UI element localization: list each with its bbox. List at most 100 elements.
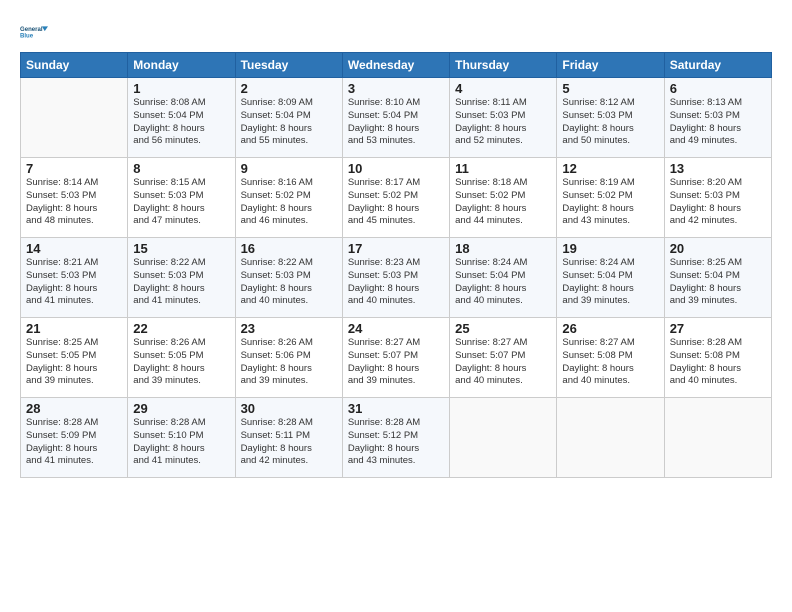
calendar-cell: 26Sunrise: 8:27 AM Sunset: 5:08 PM Dayli… — [557, 318, 664, 398]
day-info: Sunrise: 8:11 AM Sunset: 5:03 PM Dayligh… — [455, 97, 551, 148]
calendar-week-row: 1Sunrise: 8:08 AM Sunset: 5:04 PM Daylig… — [21, 78, 772, 158]
calendar-cell: 18Sunrise: 8:24 AM Sunset: 5:04 PM Dayli… — [450, 238, 557, 318]
calendar-cell: 16Sunrise: 8:22 AM Sunset: 5:03 PM Dayli… — [235, 238, 342, 318]
calendar-cell: 2Sunrise: 8:09 AM Sunset: 5:04 PM Daylig… — [235, 78, 342, 158]
calendar-cell — [21, 78, 128, 158]
day-number: 6 — [670, 81, 766, 96]
calendar-cell: 8Sunrise: 8:15 AM Sunset: 5:03 PM Daylig… — [128, 158, 235, 238]
day-info: Sunrise: 8:24 AM Sunset: 5:04 PM Dayligh… — [562, 257, 658, 308]
logo: GeneralBlue — [20, 18, 48, 46]
day-info: Sunrise: 8:26 AM Sunset: 5:05 PM Dayligh… — [133, 337, 229, 388]
day-info: Sunrise: 8:26 AM Sunset: 5:06 PM Dayligh… — [241, 337, 337, 388]
day-number: 5 — [562, 81, 658, 96]
day-number: 11 — [455, 161, 551, 176]
day-number: 31 — [348, 401, 444, 416]
day-info: Sunrise: 8:13 AM Sunset: 5:03 PM Dayligh… — [670, 97, 766, 148]
calendar-cell — [557, 398, 664, 478]
calendar-cell: 14Sunrise: 8:21 AM Sunset: 5:03 PM Dayli… — [21, 238, 128, 318]
day-info: Sunrise: 8:23 AM Sunset: 5:03 PM Dayligh… — [348, 257, 444, 308]
day-info: Sunrise: 8:21 AM Sunset: 5:03 PM Dayligh… — [26, 257, 122, 308]
day-number: 2 — [241, 81, 337, 96]
day-info: Sunrise: 8:22 AM Sunset: 5:03 PM Dayligh… — [133, 257, 229, 308]
day-number: 28 — [26, 401, 122, 416]
calendar-cell: 11Sunrise: 8:18 AM Sunset: 5:02 PM Dayli… — [450, 158, 557, 238]
calendar-cell — [664, 398, 771, 478]
calendar-cell: 9Sunrise: 8:16 AM Sunset: 5:02 PM Daylig… — [235, 158, 342, 238]
day-number: 8 — [133, 161, 229, 176]
day-number: 21 — [26, 321, 122, 336]
calendar-cell: 15Sunrise: 8:22 AM Sunset: 5:03 PM Dayli… — [128, 238, 235, 318]
day-info: Sunrise: 8:28 AM Sunset: 5:09 PM Dayligh… — [26, 417, 122, 468]
day-number: 25 — [455, 321, 551, 336]
day-info: Sunrise: 8:24 AM Sunset: 5:04 PM Dayligh… — [455, 257, 551, 308]
day-info: Sunrise: 8:15 AM Sunset: 5:03 PM Dayligh… — [133, 177, 229, 228]
day-number: 20 — [670, 241, 766, 256]
calendar-cell: 3Sunrise: 8:10 AM Sunset: 5:04 PM Daylig… — [342, 78, 449, 158]
calendar-col-header: Monday — [128, 53, 235, 78]
logo-icon: GeneralBlue — [20, 18, 48, 46]
day-number: 4 — [455, 81, 551, 96]
day-info: Sunrise: 8:27 AM Sunset: 5:07 PM Dayligh… — [455, 337, 551, 388]
calendar-cell: 7Sunrise: 8:14 AM Sunset: 5:03 PM Daylig… — [21, 158, 128, 238]
calendar-cell: 1Sunrise: 8:08 AM Sunset: 5:04 PM Daylig… — [128, 78, 235, 158]
calendar-cell: 21Sunrise: 8:25 AM Sunset: 5:05 PM Dayli… — [21, 318, 128, 398]
day-info: Sunrise: 8:19 AM Sunset: 5:02 PM Dayligh… — [562, 177, 658, 228]
calendar-week-row: 14Sunrise: 8:21 AM Sunset: 5:03 PM Dayli… — [21, 238, 772, 318]
calendar-cell: 17Sunrise: 8:23 AM Sunset: 5:03 PM Dayli… — [342, 238, 449, 318]
day-number: 30 — [241, 401, 337, 416]
calendar-cell — [450, 398, 557, 478]
day-number: 23 — [241, 321, 337, 336]
calendar-cell: 4Sunrise: 8:11 AM Sunset: 5:03 PM Daylig… — [450, 78, 557, 158]
calendar-col-header: Tuesday — [235, 53, 342, 78]
day-info: Sunrise: 8:09 AM Sunset: 5:04 PM Dayligh… — [241, 97, 337, 148]
day-number: 22 — [133, 321, 229, 336]
calendar-week-row: 7Sunrise: 8:14 AM Sunset: 5:03 PM Daylig… — [21, 158, 772, 238]
day-number: 24 — [348, 321, 444, 336]
calendar-cell: 27Sunrise: 8:28 AM Sunset: 5:08 PM Dayli… — [664, 318, 771, 398]
day-number: 27 — [670, 321, 766, 336]
calendar-col-header: Saturday — [664, 53, 771, 78]
day-info: Sunrise: 8:27 AM Sunset: 5:07 PM Dayligh… — [348, 337, 444, 388]
calendar-week-row: 28Sunrise: 8:28 AM Sunset: 5:09 PM Dayli… — [21, 398, 772, 478]
day-number: 15 — [133, 241, 229, 256]
calendar-cell: 30Sunrise: 8:28 AM Sunset: 5:11 PM Dayli… — [235, 398, 342, 478]
calendar-cell: 20Sunrise: 8:25 AM Sunset: 5:04 PM Dayli… — [664, 238, 771, 318]
day-number: 9 — [241, 161, 337, 176]
calendar-cell: 25Sunrise: 8:27 AM Sunset: 5:07 PM Dayli… — [450, 318, 557, 398]
calendar-col-header: Wednesday — [342, 53, 449, 78]
svg-text:Blue: Blue — [20, 34, 34, 40]
day-number: 29 — [133, 401, 229, 416]
day-info: Sunrise: 8:25 AM Sunset: 5:04 PM Dayligh… — [670, 257, 766, 308]
calendar-cell: 6Sunrise: 8:13 AM Sunset: 5:03 PM Daylig… — [664, 78, 771, 158]
day-info: Sunrise: 8:14 AM Sunset: 5:03 PM Dayligh… — [26, 177, 122, 228]
calendar-cell: 29Sunrise: 8:28 AM Sunset: 5:10 PM Dayli… — [128, 398, 235, 478]
day-number: 1 — [133, 81, 229, 96]
day-number: 3 — [348, 81, 444, 96]
day-info: Sunrise: 8:08 AM Sunset: 5:04 PM Dayligh… — [133, 97, 229, 148]
calendar-table: SundayMondayTuesdayWednesdayThursdayFrid… — [20, 52, 772, 478]
calendar-cell: 5Sunrise: 8:12 AM Sunset: 5:03 PM Daylig… — [557, 78, 664, 158]
calendar-cell: 22Sunrise: 8:26 AM Sunset: 5:05 PM Dayli… — [128, 318, 235, 398]
day-info: Sunrise: 8:27 AM Sunset: 5:08 PM Dayligh… — [562, 337, 658, 388]
calendar-cell: 19Sunrise: 8:24 AM Sunset: 5:04 PM Dayli… — [557, 238, 664, 318]
day-info: Sunrise: 8:18 AM Sunset: 5:02 PM Dayligh… — [455, 177, 551, 228]
calendar-col-header: Friday — [557, 53, 664, 78]
day-info: Sunrise: 8:20 AM Sunset: 5:03 PM Dayligh… — [670, 177, 766, 228]
calendar-cell: 13Sunrise: 8:20 AM Sunset: 5:03 PM Dayli… — [664, 158, 771, 238]
day-number: 14 — [26, 241, 122, 256]
day-number: 17 — [348, 241, 444, 256]
day-info: Sunrise: 8:28 AM Sunset: 5:12 PM Dayligh… — [348, 417, 444, 468]
calendar-cell: 24Sunrise: 8:27 AM Sunset: 5:07 PM Dayli… — [342, 318, 449, 398]
day-info: Sunrise: 8:10 AM Sunset: 5:04 PM Dayligh… — [348, 97, 444, 148]
day-number: 13 — [670, 161, 766, 176]
calendar-header-row: SundayMondayTuesdayWednesdayThursdayFrid… — [21, 53, 772, 78]
day-info: Sunrise: 8:25 AM Sunset: 5:05 PM Dayligh… — [26, 337, 122, 388]
day-number: 26 — [562, 321, 658, 336]
day-info: Sunrise: 8:28 AM Sunset: 5:11 PM Dayligh… — [241, 417, 337, 468]
calendar-cell: 12Sunrise: 8:19 AM Sunset: 5:02 PM Dayli… — [557, 158, 664, 238]
calendar-cell: 28Sunrise: 8:28 AM Sunset: 5:09 PM Dayli… — [21, 398, 128, 478]
day-number: 16 — [241, 241, 337, 256]
calendar-col-header: Thursday — [450, 53, 557, 78]
day-number: 19 — [562, 241, 658, 256]
calendar-cell: 10Sunrise: 8:17 AM Sunset: 5:02 PM Dayli… — [342, 158, 449, 238]
